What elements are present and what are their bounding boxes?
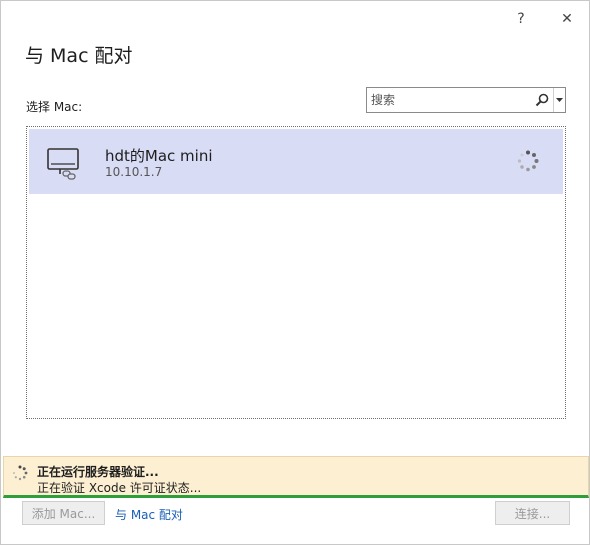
status-title: 正在运行服务器验证...: [37, 465, 159, 479]
loading-spinner-icon: [517, 150, 539, 172]
title-bar-controls: ? ✕: [511, 9, 577, 29]
dialog-title: 与 Mac 配对: [25, 45, 133, 67]
search-box: [366, 87, 566, 113]
mac-name: hdt的Mac mini: [105, 147, 213, 165]
help-button[interactable]: ?: [511, 9, 531, 29]
mac-list: hdt的Mac mini 10.10.1.7: [26, 126, 566, 419]
list-item[interactable]: hdt的Mac mini 10.10.1.7: [29, 129, 563, 194]
progress-spinner-icon: [12, 465, 28, 481]
status-banner: 正在运行服务器验证... 正在验证 Xcode 许可证状态...: [3, 456, 589, 498]
close-button[interactable]: ✕: [557, 9, 577, 29]
connect-button[interactable]: 连接...: [495, 501, 570, 525]
add-mac-button[interactable]: 添加 Mac...: [22, 501, 105, 525]
select-mac-label: 选择 Mac:: [26, 100, 83, 114]
search-input[interactable]: [367, 88, 531, 112]
pair-to-mac-dialog: ? ✕ 与 Mac 配对 选择 Mac: 搜索 hdt的Mac mini 10.…: [0, 0, 590, 545]
search-icon[interactable]: [531, 88, 553, 112]
chevron-down-icon: [556, 97, 563, 102]
monitor-link-icon: [45, 145, 83, 185]
status-subtitle: 正在验证 Xcode 许可证状态...: [37, 481, 202, 495]
mac-ip-address: 10.10.1.7: [105, 165, 163, 179]
search-options-dropdown[interactable]: [553, 88, 565, 112]
pair-to-mac-link[interactable]: 与 Mac 配对: [115, 506, 183, 523]
